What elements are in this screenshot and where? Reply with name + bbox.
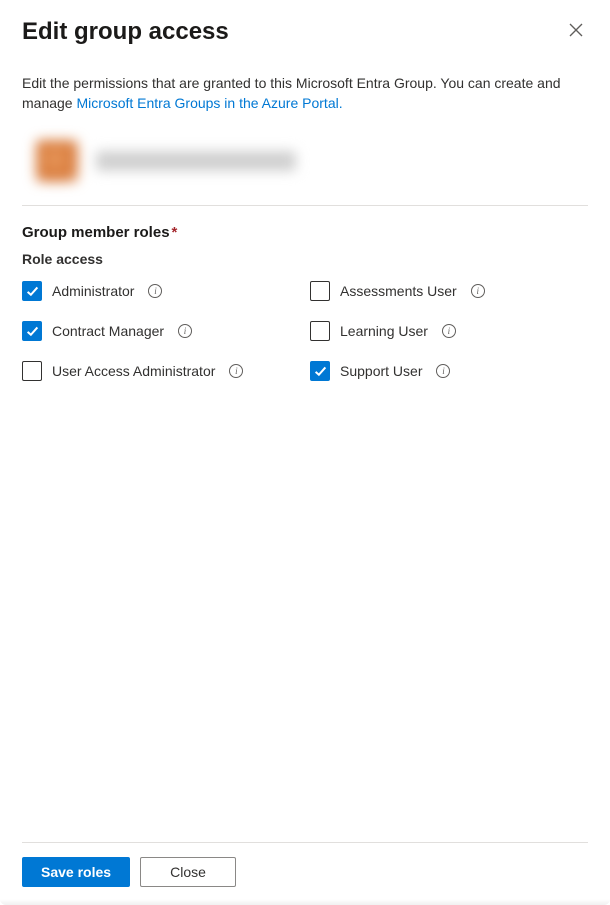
role-label: Learning User bbox=[340, 323, 428, 339]
required-indicator: * bbox=[172, 224, 178, 241]
save-roles-button[interactable]: Save roles bbox=[22, 857, 130, 887]
description-text: Edit the permissions that are granted to… bbox=[22, 74, 588, 113]
info-icon[interactable]: i bbox=[442, 324, 456, 338]
bottom-shadow bbox=[0, 899, 610, 905]
info-icon[interactable]: i bbox=[229, 364, 243, 378]
group-identity-redacted bbox=[22, 131, 362, 191]
role-item-support-user: Support User i bbox=[310, 361, 588, 381]
role-label: Contract Manager bbox=[52, 323, 164, 339]
role-label: Administrator bbox=[52, 283, 134, 299]
info-icon[interactable]: i bbox=[148, 284, 162, 298]
role-item-contract-manager: Contract Manager i bbox=[22, 321, 300, 341]
role-label: Assessments User bbox=[340, 283, 457, 299]
checkbox-user-access-administrator[interactable] bbox=[22, 361, 42, 381]
role-item-learning-user: Learning User i bbox=[310, 321, 588, 341]
role-label: User Access Administrator bbox=[52, 363, 215, 379]
role-item-user-access-administrator: User Access Administrator i bbox=[22, 361, 300, 381]
role-item-assessments-user: Assessments User i bbox=[310, 281, 588, 301]
info-icon[interactable]: i bbox=[471, 284, 485, 298]
role-label: Support User bbox=[340, 363, 422, 379]
page-title: Edit group access bbox=[22, 18, 229, 46]
role-access-label: Role access bbox=[22, 251, 588, 267]
checkbox-support-user[interactable] bbox=[310, 361, 330, 381]
close-button[interactable]: Close bbox=[140, 857, 236, 887]
divider bbox=[22, 205, 588, 206]
info-icon[interactable]: i bbox=[178, 324, 192, 338]
checkbox-assessments-user[interactable] bbox=[310, 281, 330, 301]
close-icon[interactable] bbox=[564, 18, 588, 45]
section-heading: Group member roles* bbox=[22, 224, 588, 241]
entra-portal-link[interactable]: Microsoft Entra Groups in the Azure Port… bbox=[76, 95, 342, 111]
checkbox-administrator[interactable] bbox=[22, 281, 42, 301]
role-item-administrator: Administrator i bbox=[22, 281, 300, 301]
roles-grid: Administrator i Assessments User i Contr… bbox=[22, 281, 588, 381]
footer-divider bbox=[22, 842, 588, 843]
checkbox-learning-user[interactable] bbox=[310, 321, 330, 341]
checkbox-contract-manager[interactable] bbox=[22, 321, 42, 341]
info-icon[interactable]: i bbox=[436, 364, 450, 378]
